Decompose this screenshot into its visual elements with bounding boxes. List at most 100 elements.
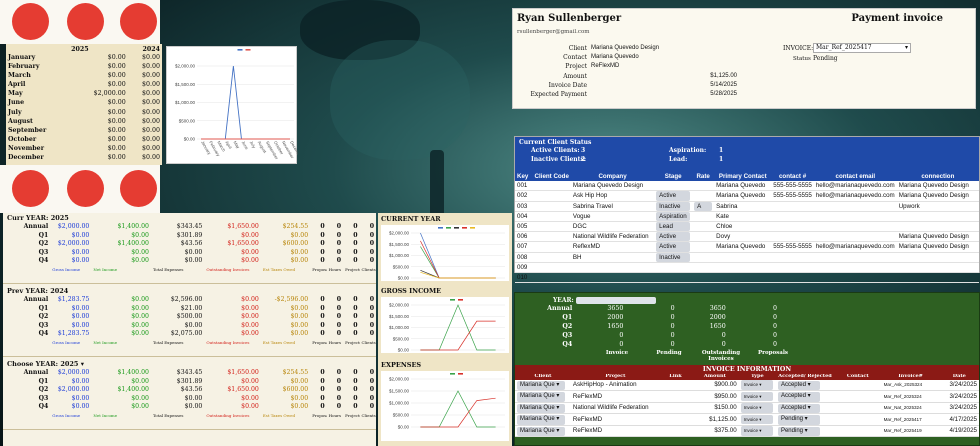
- stage-select[interactable]: Active: [656, 232, 691, 242]
- client-select[interactable]: Mariana Que ▾: [517, 426, 565, 436]
- red-circle-icon: [120, 170, 157, 207]
- invoice-cell[interactable]: Mariana Que ▾: [515, 402, 571, 414]
- type-select[interactable]: Invoice ▾: [740, 380, 773, 390]
- stage-select[interactable]: Active: [656, 242, 691, 252]
- invoice-cell[interactable]: Invoice ▾: [739, 414, 776, 426]
- year-select[interactable]: [575, 297, 656, 304]
- client-cell[interactable]: [692, 191, 714, 201]
- client-row[interactable]: 010: [515, 273, 979, 283]
- client-cell: BH: [572, 253, 582, 261]
- year-header: 2024: [142, 46, 160, 53]
- client-cell[interactable]: [692, 222, 714, 232]
- client-cell: [814, 252, 897, 262]
- invoice-row[interactable]: Mariana Que ▾ ReFlexMD $375.00 Invoice ▾ Pen…: [515, 425, 979, 437]
- type-select[interactable]: Invoice ▾: [740, 414, 773, 424]
- invoice-cell: 3/24/2025: [949, 381, 977, 388]
- stat-value: 0: [670, 332, 675, 339]
- client-row[interactable]: 004 Vogue Aspiration Kate: [515, 211, 979, 222]
- invoice-cell[interactable]: Mariana Que ▾: [515, 391, 571, 403]
- y-tick-label: $500.00: [179, 118, 196, 123]
- summary-value: $301.89: [176, 377, 203, 385]
- type-select[interactable]: Invoice ▾: [740, 391, 773, 401]
- client-cell[interactable]: [692, 211, 714, 221]
- client-cell[interactable]: Aspiration: [654, 211, 692, 222]
- type-select[interactable]: Invoice ▾: [740, 426, 773, 436]
- client-select[interactable]: Mariana Que ▾: [517, 392, 565, 402]
- summary-row: Q3 $0.00 $0.00 $0.00 $0.00 $0.00 0 0 0 0: [3, 322, 376, 331]
- invoice-row[interactable]: Mariana Que ▾ ReFlexMD $1,125.00 Invoice ▾ P…: [515, 414, 979, 426]
- summary-value: $2,075.00: [170, 330, 203, 338]
- summary-value: 0: [336, 321, 342, 329]
- stage-select[interactable]: Active: [656, 191, 691, 201]
- y-tick-label: $1,500.00: [389, 389, 410, 394]
- stat-value: 0: [619, 332, 624, 339]
- summary-value: $0.00: [71, 377, 90, 385]
- invoice-cell[interactable]: Accepted ▾: [776, 380, 834, 391]
- invoice-cell[interactable]: Mariana Que ▾: [515, 425, 571, 437]
- year-value[interactable]: 2025: [60, 360, 78, 368]
- type-select[interactable]: Invoice ▾: [740, 403, 773, 413]
- client-cell[interactable]: [654, 181, 692, 191]
- client-row[interactable]: 008 BH Inactive: [515, 252, 979, 263]
- client-cell[interactable]: [692, 232, 714, 242]
- invoice-cell[interactable]: Accepted ▾: [776, 391, 834, 403]
- status-select[interactable]: Pending ▾: [777, 426, 820, 436]
- client-cell[interactable]: Inactive: [654, 252, 692, 262]
- invoice-select[interactable]: Mar_Ref_2025417 ▾: [813, 43, 911, 53]
- client-cell[interactable]: [654, 262, 692, 272]
- status-select[interactable]: Pending ▾: [777, 415, 820, 425]
- summary-value: 0: [369, 231, 374, 239]
- column-label: Gross Income: [52, 266, 81, 272]
- client-cell[interactable]: [692, 252, 714, 262]
- client-cell[interactable]: [692, 273, 714, 283]
- client-row[interactable]: 003 Sabrina Travel Inactive A Sabrina Upwork: [515, 201, 979, 212]
- rate-select[interactable]: A: [694, 201, 713, 211]
- client-row[interactable]: 007 ReflexMD Active Mariana Quevedo 555-555-…: [515, 242, 979, 253]
- client-cell[interactable]: Active: [654, 242, 692, 252]
- client-cell: 004: [517, 212, 528, 220]
- client-row[interactable]: 005 DGC Lead Chloe: [515, 222, 979, 232]
- client-select[interactable]: Mariana Que ▾: [517, 380, 565, 390]
- status-select[interactable]: Accepted ▾: [777, 380, 820, 390]
- invoice-cell[interactable]: Mariana Que ▾: [515, 414, 571, 426]
- status-select[interactable]: Accepted ▾: [777, 392, 820, 402]
- invoice-cell[interactable]: Invoice ▾: [739, 402, 776, 414]
- chevron-down-icon[interactable]: ▾: [78, 360, 84, 368]
- invoice-row[interactable]: Mariana Que ▾ AskHipHop - Animation $900.0…: [515, 380, 979, 391]
- invoice-cell[interactable]: Pending ▾: [776, 425, 834, 437]
- stage-select[interactable]: Aspiration: [656, 211, 691, 222]
- client-row[interactable]: 001 Mariana Quevedo Design Mariana Quevedo…: [515, 181, 979, 191]
- client-cell[interactable]: A: [692, 201, 714, 211]
- client-row[interactable]: 002 Ask Hip Hop Active Mariana Quevedo 555-5…: [515, 191, 979, 202]
- invoice-cell[interactable]: Mariana Que ▾: [515, 380, 571, 391]
- client-row[interactable]: 009: [515, 262, 979, 273]
- invoice-cell[interactable]: Invoice ▾: [739, 425, 776, 437]
- stage-select[interactable]: Inactive: [656, 252, 691, 262]
- client-cell[interactable]: Lead: [654, 222, 692, 232]
- invoice-cell[interactable]: Invoice ▾: [739, 391, 776, 403]
- invoice-cell[interactable]: Pending ▾: [776, 414, 834, 426]
- invoice-cell: $1,125.00: [709, 415, 737, 423]
- summary-value: 0: [320, 386, 325, 394]
- client-cell[interactable]: [692, 242, 714, 252]
- client-cell[interactable]: Active: [654, 191, 692, 201]
- client-cell[interactable]: [692, 181, 714, 191]
- client-cell[interactable]: [692, 262, 714, 272]
- client-cell[interactable]: Inactive: [654, 201, 692, 211]
- invoice-cell[interactable]: Invoice ▾: [739, 380, 776, 391]
- client-select[interactable]: Mariana Que ▾: [517, 403, 565, 413]
- client-cell[interactable]: [654, 273, 692, 283]
- month-label: October: [8, 135, 37, 143]
- client-select[interactable]: Mariana Que ▾: [517, 415, 565, 425]
- summary-value: $0.00: [241, 321, 259, 329]
- invoice-cell[interactable]: Accepted ▾: [776, 402, 834, 414]
- client-cell[interactable]: Active: [654, 232, 692, 242]
- client-cell: Mariana Quevedo: [716, 243, 766, 251]
- status-select[interactable]: Accepted ▾: [777, 403, 820, 413]
- client-row[interactable]: 006 National Wildlife Federation Active Dov…: [515, 232, 979, 242]
- summary-value: 0: [336, 257, 342, 265]
- invoice-row[interactable]: Mariana Que ▾ ReFlexMD $950.00 Invoice ▾ Acc…: [515, 391, 979, 403]
- stage-select[interactable]: Inactive: [656, 201, 691, 211]
- invoice-row[interactable]: Mariana Que ▾ National Wildlife Federatio…: [515, 402, 979, 414]
- stage-select[interactable]: Lead: [656, 222, 691, 232]
